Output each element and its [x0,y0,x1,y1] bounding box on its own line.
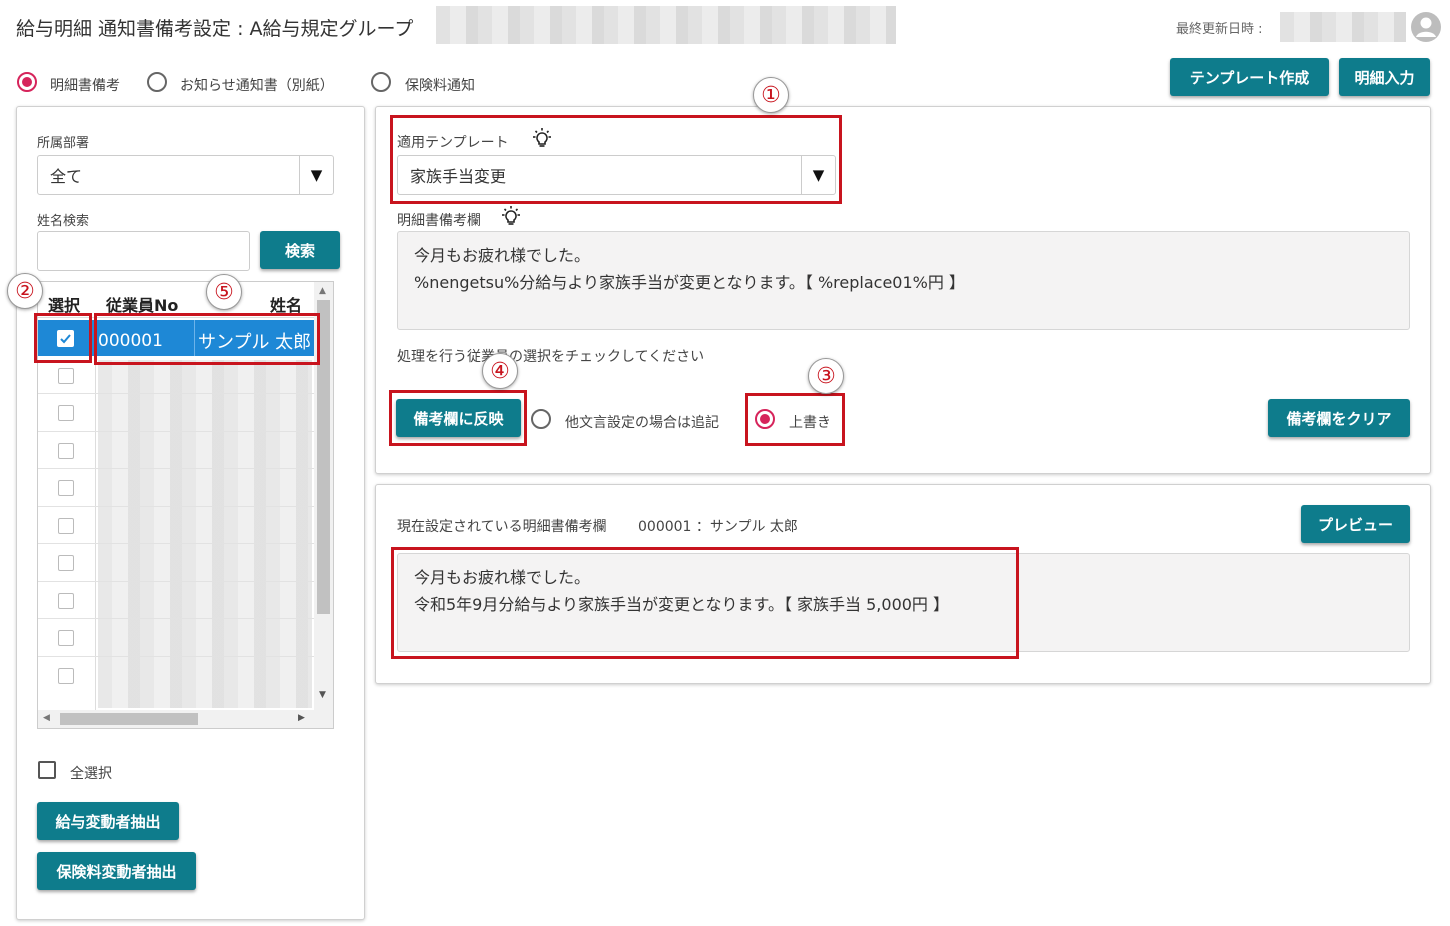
page-title: 給与明細 通知書備考設定 : A給与規定グループ [16,18,414,40]
clear-remarks-button[interactable]: 備考欄をクリア [1268,399,1410,437]
radio-overwrite[interactable] [755,409,775,429]
row-line [38,581,314,582]
remarks-textarea[interactable]: 今月もお疲れ様でした。 %nengetsu%分給与より家族手当が変更となります。… [397,231,1410,330]
check-icon [60,334,71,344]
annotation-marker-1: ① [753,77,789,113]
row-checkbox[interactable] [58,405,74,421]
department-select-value: 全て [50,167,83,186]
remarks-label: 明細書備考欄 [397,213,481,229]
col-header-select: 選択 [48,296,81,315]
table-horizontal-scrollbar[interactable]: ◀ ▶ [38,710,333,728]
row-line [38,431,314,432]
annotation-marker-2: ② [7,273,43,309]
scroll-left-arrow[interactable]: ◀ [43,713,50,723]
annotation-marker-5: ⑤ [206,274,242,310]
radio-hokenryo-tsuchi[interactable] [371,72,391,92]
name-search-input[interactable] [37,231,250,271]
row-line [38,543,314,544]
radio-meisaisho-bikou[interactable] [17,72,37,92]
row-checkbox-checked[interactable] [57,330,74,347]
scroll-thumb[interactable] [317,300,330,614]
search-button[interactable]: 検索 [260,231,340,269]
row-line [38,656,314,657]
row-checkbox[interactable] [58,368,74,384]
col-header-employee-no[interactable]: 従業員No [106,292,178,316]
radio-overwrite-label: 上書き [789,415,831,431]
current-line-2: 令和5年9月分給与より家族手当が変更となります。【 家族手当 5,000円 】 [414,595,950,614]
remarks-line-1: 今月もお疲れ様でした。 [414,246,591,265]
remarks-line-2: %nengetsu%分給与より家族手当が変更となります。【 %replace01… [414,273,965,292]
row-checkbox[interactable] [58,518,74,534]
table-vertical-scrollbar[interactable]: ▲ ▼ [314,282,333,710]
row-divider [194,320,195,356]
department-label: 所属部署 [37,136,90,151]
row-checkbox[interactable] [58,668,74,684]
scroll-up-arrow[interactable]: ▲ [319,286,326,296]
radio-oshirase-tsuchisho-label: お知らせ通知書（別紙） [180,78,334,94]
scroll-down-arrow[interactable]: ▼ [319,690,326,700]
current-remarks-label: 現在設定されている明細書備考欄 [397,519,607,535]
template-create-button[interactable]: テンプレート作成 [1170,58,1329,96]
redacted-updated-date [1280,12,1406,42]
radio-oshirase-tsuchisho[interactable] [147,72,167,92]
scroll-right-arrow[interactable]: ▶ [298,713,305,723]
applied-template-select[interactable]: 家族手当変更 ▼ [397,155,836,195]
radio-meisaisho-bikou-label: 明細書備考 [50,78,120,94]
radio-append-label: 他文言設定の場合は追記 [565,415,719,431]
avatar-icon[interactable] [1410,11,1442,43]
lightbulb-icon [530,127,554,151]
row-name: サンプル 太郎 [198,332,312,353]
chevron-down-icon: ▼ [299,156,333,194]
row-checkbox[interactable] [58,593,74,609]
last-updated-label: 最終更新日時 : [1176,22,1263,37]
lightbulb-icon [499,205,523,229]
row-line [38,618,314,619]
instruction-text: 処理を行う従業員の選択をチェックしてください [397,349,705,365]
row-checkbox[interactable] [58,443,74,459]
row-checkbox[interactable] [58,630,74,646]
department-select[interactable]: 全て ▼ [37,155,334,195]
extract-salary-change-button[interactable]: 給与変動者抽出 [37,802,179,840]
applied-template-value: 家族手当変更 [410,167,507,186]
select-all-label: 全選択 [70,766,112,782]
col-header-name[interactable]: 姓名 [270,292,302,316]
radio-hokenryo-tsuchi-label: 保険料通知 [405,78,475,94]
row-employee-no: 000001 [98,331,163,351]
annotation-marker-3: ③ [808,358,844,394]
scroll-h-thumb[interactable] [60,713,198,725]
radio-append[interactable] [531,409,551,429]
name-search-label: 姓名検索 [37,214,90,229]
detail-input-button[interactable]: 明細入力 [1339,58,1430,96]
select-all-checkbox[interactable] [38,761,56,779]
current-line-1: 今月もお疲れ様でした。 [414,568,591,587]
current-employee-info: 000001 ：サンプル 太郎 [638,519,798,535]
current-remarks-box: 今月もお疲れ様でした。 令和5年9月分給与より家族手当が変更となります。【 家族… [397,553,1410,652]
annotation-marker-4: ④ [482,353,518,389]
extract-insurance-change-button[interactable]: 保険料変動者抽出 [37,852,196,890]
row-checkbox[interactable] [58,555,74,571]
row-line [38,468,314,469]
row-line [38,506,314,507]
row-line [38,393,314,394]
applied-template-label: 適用テンプレート [397,135,509,151]
row-checkbox[interactable] [58,480,74,496]
redacted-group-name [436,6,896,44]
chevron-down-icon: ▼ [801,156,835,194]
preview-button[interactable]: プレビュー [1301,505,1410,543]
apply-to-remarks-button[interactable]: 備考欄に反映 [396,399,521,437]
